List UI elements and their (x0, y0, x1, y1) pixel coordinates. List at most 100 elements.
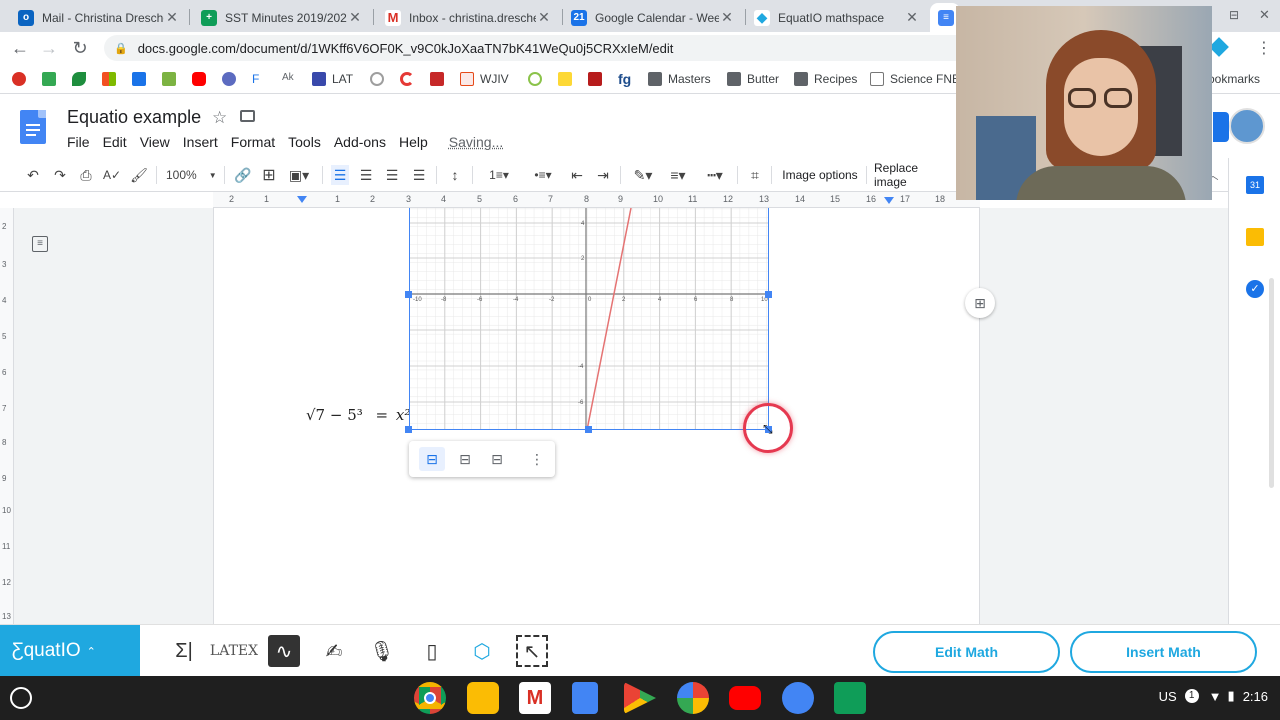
close-icon[interactable]: ✕ (536, 9, 552, 26)
more-options-icon[interactable]: ⋮ (527, 447, 547, 471)
insert-math-button[interactable]: Insert Math (1070, 631, 1257, 673)
bookmark-wjiv[interactable]: WJIV (460, 70, 509, 88)
numbered-list-icon[interactable]: 1≡▾ (482, 165, 516, 185)
resize-handle[interactable] (405, 291, 412, 298)
menu-tools[interactable]: Tools (288, 134, 321, 150)
menu-format[interactable]: Format (231, 134, 275, 150)
photos-icon[interactable] (677, 682, 709, 714)
move-folder-icon[interactable] (240, 110, 255, 122)
back-icon[interactable]: ← (8, 36, 32, 60)
align-right-icon[interactable]: ☰ (383, 165, 401, 185)
increase-indent-icon[interactable]: ⇥ (594, 165, 612, 185)
bookmark-lat[interactable]: LAT (312, 70, 353, 88)
menu-file[interactable]: File (67, 134, 90, 150)
bookmark-fg[interactable]: fg (618, 70, 631, 88)
tab-outlook-mail[interactable]: o Mail - Christina Drescher ✕ (10, 3, 188, 32)
handwriting-icon[interactable]: ✍ (318, 635, 350, 667)
bookmark-folder-recipes[interactable]: Recipes (794, 70, 857, 88)
bookmark-f[interactable]: F (252, 70, 272, 88)
calendar-icon[interactable]: 31 (1246, 176, 1264, 194)
replace-image-button[interactable]: Replace image (874, 161, 954, 189)
edit-math-button[interactable]: Edit Math (873, 631, 1060, 673)
doc-title[interactable]: Equatio example (67, 107, 201, 128)
close-icon[interactable]: ✕ (164, 9, 180, 26)
wrap-text-icon[interactable]: ⊟ (453, 447, 477, 471)
undo-icon[interactable]: ↶ (24, 165, 42, 185)
tab-gmail-inbox[interactable]: M Inbox - christina.drescher ✕ (377, 3, 560, 32)
document-outline-icon[interactable]: ≡ (32, 236, 48, 252)
bookmark-folder-masters[interactable]: Masters (648, 70, 711, 88)
redo-icon[interactable]: ↷ (51, 165, 69, 185)
youtube-app-icon[interactable] (729, 686, 761, 710)
zoom-select[interactable]: 100% ▼ (166, 165, 220, 185)
browser-menu-icon[interactable]: ⋮ (1256, 38, 1272, 58)
microphone-icon[interactable]: 🎙 (366, 635, 398, 667)
decrease-indent-icon[interactable]: ⇤ (568, 165, 586, 185)
bookmark-spiral[interactable] (370, 70, 390, 88)
docs-logo-icon[interactable] (20, 110, 46, 144)
bookmark-leaf[interactable] (72, 70, 92, 88)
resize-handle[interactable] (585, 426, 592, 433)
right-indent-marker-icon[interactable] (884, 197, 894, 204)
tab-google-calendar[interactable]: 21 Google Calendar - Week ✕ (563, 3, 743, 32)
menu-addons[interactable]: Add-ons (334, 134, 386, 150)
files-icon[interactable] (782, 682, 814, 714)
print-icon[interactable]: ⎙ (77, 165, 95, 185)
bookmark-ak[interactable]: Ak (282, 70, 302, 88)
bookmark-bee[interactable] (558, 70, 578, 88)
border-weight-icon[interactable]: ≡▾ (665, 165, 691, 185)
bookmark-family[interactable] (132, 70, 152, 88)
star-icon[interactable]: ☆ (212, 108, 227, 128)
link-icon[interactable]: 🔗 (234, 165, 252, 185)
bookmark-people[interactable] (222, 70, 242, 88)
close-icon[interactable]: ✕ (347, 9, 363, 26)
bookmark-other[interactable]: ookmarks (1208, 70, 1260, 88)
crop-icon[interactable]: ⌗ (746, 165, 764, 185)
keep-icon[interactable] (1246, 228, 1264, 246)
mathspace-icon[interactable]: ⬡ (466, 635, 498, 667)
latex-icon[interactable]: LATEX (210, 635, 258, 667)
border-color-icon[interactable]: ✎▾ (630, 165, 656, 185)
border-dash-icon[interactable]: ┅▾ (701, 165, 729, 185)
add-comment-icon[interactable]: ⊞ (260, 165, 278, 185)
close-icon[interactable]: ✕ (904, 9, 920, 26)
menu-insert[interactable]: Insert (183, 134, 218, 150)
paint-format-icon[interactable]: 🖌 (130, 165, 148, 185)
align-center-icon[interactable]: ☰ (357, 165, 375, 185)
reload-icon[interactable]: ↻ (68, 36, 92, 60)
close-icon[interactable]: ✕ (719, 9, 735, 26)
line-spacing-icon[interactable]: ↕ (446, 165, 464, 185)
align-left-icon[interactable]: ☰ (331, 165, 349, 185)
add-comment-button[interactable]: ⊞ (965, 288, 995, 318)
bookmark-photo[interactable] (162, 70, 182, 88)
equation-text[interactable]: √7 − 5³ = x² (306, 406, 410, 424)
break-text-icon[interactable]: ⊟ (485, 447, 509, 471)
inline-layout-icon[interactable]: ⊟ (419, 447, 445, 471)
docs-app-icon[interactable] (572, 682, 598, 714)
graph-editor-icon[interactable]: ∿ (268, 635, 300, 667)
forward-icon[interactable]: → (37, 36, 61, 60)
gmail-app-icon[interactable]: M (519, 682, 551, 714)
bookmark-v[interactable] (588, 70, 608, 88)
bookmark-c[interactable] (400, 70, 420, 88)
menu-edit[interactable]: Edit (103, 134, 127, 150)
equatio-logo-button[interactable]: ƸquatIO ⌃ (0, 625, 140, 677)
share-button[interactable] (1213, 112, 1229, 142)
play-store-icon[interactable] (624, 682, 656, 714)
bookmark-folder-butter[interactable]: Butter (727, 70, 779, 88)
mobile-icon[interactable]: ▯ (416, 635, 448, 667)
launcher-icon[interactable] (10, 687, 32, 709)
spellcheck-icon[interactable]: A✓ (103, 165, 121, 185)
bookmark-maple-leaf[interactable] (12, 70, 32, 88)
bookmark-microsoft[interactable] (102, 70, 122, 88)
status-tray[interactable]: US 1 ▼ ▮ 2:16 (1159, 688, 1268, 704)
left-indent-marker-icon[interactable] (297, 196, 307, 203)
tab-equatio-mathspace[interactable]: ◆ EquatIO mathspace ✕ (746, 3, 928, 32)
justify-icon[interactable]: ☰ (410, 165, 428, 185)
screenshot-reader-icon[interactable]: ↖ (516, 635, 548, 667)
bookmark-youtube[interactable] (192, 70, 212, 88)
equatio-extension-icon[interactable] (1209, 37, 1229, 57)
insert-image-icon[interactable]: ▣▾ (286, 165, 312, 185)
minimize-icon[interactable]: ⊟ (1229, 8, 1239, 22)
bookmark-circle[interactable] (528, 70, 548, 88)
